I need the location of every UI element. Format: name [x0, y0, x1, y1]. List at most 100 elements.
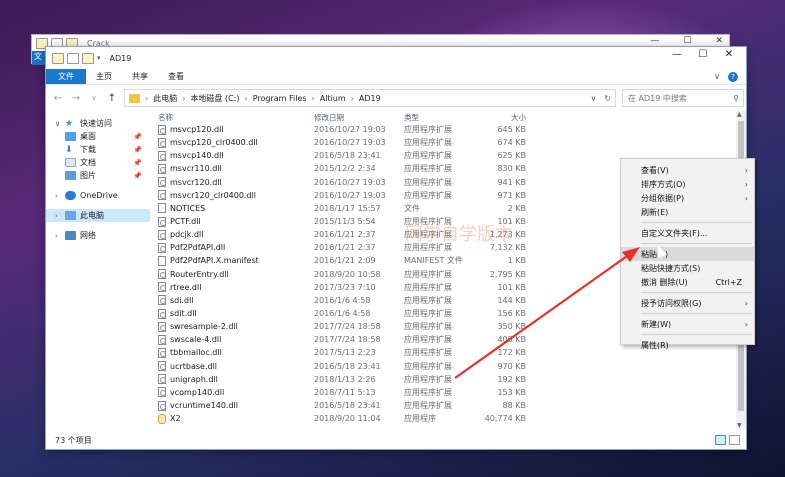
expand-chevron-icon[interactable]: › — [55, 192, 61, 200]
context-menu-item[interactable]: 新建(W) › — [621, 317, 754, 331]
scroll-up-icon[interactable]: ▲ — [737, 111, 742, 118]
dll-file-icon — [158, 321, 166, 332]
nav-quick-access[interactable]: ∨ ★ 快速访问 — [46, 117, 150, 130]
file-name-cell[interactable]: sdit.dll — [150, 308, 314, 319]
recent-dropdown-icon[interactable]: ∨ — [88, 94, 100, 102]
file-name-cell[interactable]: PCTF.dll — [150, 216, 314, 227]
file-row[interactable]: X2 2018/9/20 11:04 应用程序 40,774 KB — [150, 412, 736, 425]
nav-documents[interactable]: 文档 📌 — [46, 156, 150, 169]
help-icon[interactable]: ? — [728, 71, 738, 82]
breadcrumb-ad19[interactable]: AD19 — [359, 94, 381, 103]
maximize-button[interactable]: ☐ — [690, 49, 716, 60]
file-name-cell[interactable]: Pdf2PdfAPI.dll — [150, 242, 314, 253]
large-icons-view-icon[interactable] — [729, 435, 740, 445]
tab-view[interactable]: 查看 — [158, 69, 194, 84]
expand-chevron-icon[interactable]: › — [55, 212, 61, 220]
breadcrumb-local-disk[interactable]: 本地磁盘 (C:) — [190, 93, 239, 104]
column-header-name[interactable]: 名称 — [150, 112, 314, 123]
file-name-cell[interactable]: RouterEntry.dll — [150, 269, 314, 280]
file-name-cell[interactable]: unigraph.dll — [150, 374, 314, 385]
file-name-cell[interactable]: rtree.dll — [150, 282, 314, 293]
file-name-cell[interactable]: vcruntime140.dll — [150, 400, 314, 411]
breadcrumb-this-pc[interactable]: 此电脑 — [153, 93, 177, 104]
breadcrumb-separator-icon[interactable]: › — [182, 94, 185, 103]
new-folder-icon[interactable] — [82, 52, 94, 64]
file-row[interactable]: msvcp120_clr0400.dll 2016/10/27 19:03 应用程序… — [150, 136, 736, 149]
back-arrow-icon[interactable]: ← — [52, 93, 64, 104]
context-menu-item[interactable]: 自定义文件夹(F)... — [621, 226, 754, 240]
nav-desktop[interactable]: 桌面 📌 — [46, 130, 150, 143]
breadcrumb-separator-icon[interactable]: › — [351, 94, 354, 103]
file-row[interactable]: msvcp120.dll 2016/10/27 19:03 应用程序扩展 645 KB — [150, 123, 736, 136]
context-menu-item[interactable]: 撤消 删除(U) Ctrl+Z — [621, 275, 754, 289]
file-name-cell[interactable]: vcomp140.dll — [150, 387, 314, 398]
file-date: 2016/5/18 23:41 — [314, 401, 381, 411]
expand-chevron-icon[interactable]: ∨ — [55, 120, 61, 128]
context-menu-item[interactable]: 粘贴快捷方式(S) — [621, 261, 754, 275]
column-header-date[interactable]: 修改日期 — [314, 112, 404, 123]
search-input[interactable]: 在 AD19 中搜索 ⚲ — [622, 89, 744, 107]
refresh-icon[interactable]: ↻ — [604, 94, 611, 103]
file-name-cell[interactable]: swresample-2.dll — [150, 321, 314, 332]
context-menu-item[interactable]: 授予访问权限(G) › — [621, 296, 754, 310]
file-name-cell[interactable]: ucrtbase.dll — [150, 361, 314, 372]
quick-access-dropdown-icon[interactable]: ▾ — [97, 54, 101, 62]
nav-downloads[interactable]: ⬇ 下载 📌 — [46, 143, 150, 156]
file-name-cell[interactable]: msvcp120_clr0400.dll — [150, 137, 314, 148]
nav-network[interactable]: › 网络 — [46, 229, 150, 242]
scroll-down-icon[interactable]: ▼ — [737, 422, 742, 429]
expand-chevron-icon[interactable]: › — [55, 232, 61, 240]
file-name-cell[interactable]: msvcr120.dll — [150, 177, 314, 188]
address-bar[interactable]: › 此电脑 › 本地磁盘 (C:) › Program Files › Alti… — [124, 89, 616, 107]
file-name-cell[interactable]: msvcr110.dll — [150, 163, 314, 174]
nav-this-pc[interactable]: › 此电脑 — [46, 209, 150, 222]
file-name-cell[interactable]: Pdf2PdfAPI.X.manifest — [150, 255, 314, 266]
up-arrow-icon[interactable]: ↑ — [106, 93, 118, 104]
file-row[interactable]: vcruntime140.dll 2016/5/18 23:41 应用程序扩展 88 … — [150, 399, 736, 412]
context-menu-item[interactable]: 查看(V) › — [621, 163, 754, 177]
nav-onedrive[interactable]: › OneDrive — [46, 189, 150, 202]
pin-icon: 📌 — [133, 158, 142, 167]
nav-pictures[interactable]: 图片 📌 — [46, 169, 150, 182]
breadcrumb-program-files[interactable]: Program Files — [253, 94, 307, 103]
close-icon[interactable]: ✕ — [715, 36, 723, 46]
context-menu-item[interactable]: 粘贴(P) — [621, 247, 754, 261]
forward-arrow-icon[interactable]: → — [70, 93, 82, 104]
breadcrumb-altium[interactable]: Altium — [320, 94, 346, 103]
context-menu-item[interactable]: 分组依据(P) › — [621, 191, 754, 205]
file-name-cell[interactable]: msvcp120.dll — [150, 124, 314, 135]
file-row[interactable]: unigraph.dll 2018/1/13 2:26 应用程序扩展 192 KB — [150, 373, 736, 386]
breadcrumb-separator-icon[interactable]: › — [312, 94, 315, 103]
window-titlebar[interactable]: ▾ AD19 — ☐ ✕ — [46, 47, 746, 69]
background-file-tab[interactable]: 文 — [32, 51, 46, 65]
context-menu-item[interactable]: 刷新(E) — [621, 205, 754, 219]
expand-ribbon-icon[interactable]: ∨ — [714, 72, 720, 81]
minimize-icon[interactable]: — — [650, 36, 659, 46]
minimize-button[interactable]: — — [664, 49, 690, 60]
address-dropdown-icon[interactable]: ∨ — [590, 94, 596, 103]
file-name-cell[interactable]: pdcjk.dll — [150, 229, 314, 240]
tab-home[interactable]: 主页 — [86, 69, 122, 84]
file-name-cell[interactable]: msvcr120_clr0400.dll — [150, 190, 314, 201]
maximize-icon[interactable]: ☐ — [683, 36, 691, 46]
context-menu-item[interactable]: 排序方式(O) › — [621, 177, 754, 191]
file-name-cell[interactable]: NOTICES — [150, 203, 314, 214]
file-name-cell[interactable]: tbbmalloc.dll — [150, 347, 314, 358]
file-row[interactable]: ucrtbase.dll 2016/5/18 23:41 应用程序扩展 970 KB — [150, 360, 736, 373]
close-button[interactable]: ✕ — [716, 49, 742, 60]
column-header-type[interactable]: 类型 — [404, 112, 479, 123]
menu-item-label: 授予访问权限(G) — [641, 298, 702, 308]
tab-file[interactable]: 文件 — [46, 69, 86, 84]
file-name-cell[interactable]: msvcp140.dll — [150, 150, 314, 161]
properties-icon[interactable] — [67, 52, 79, 64]
tab-share[interactable]: 共享 — [122, 69, 158, 84]
context-menu-item[interactable]: 属性(R) — [621, 338, 754, 352]
file-name-cell[interactable]: X2 — [150, 413, 314, 424]
details-view-icon[interactable] — [715, 435, 726, 445]
file-row[interactable]: vcomp140.dll 2018/7/11 5:13 应用程序扩展 153 KB — [150, 386, 736, 399]
file-name-cell[interactable]: sdi.dll — [150, 295, 314, 306]
breadcrumb-separator-icon[interactable]: › — [244, 94, 247, 103]
file-name-cell[interactable]: swscale-4.dll — [150, 334, 314, 345]
context-menu[interactable]: 查看(V) › 排序方式(O) › 分组依据(P) › 刷新(E) 自定义文件夹(F)... 粘… — [620, 158, 755, 350]
column-header-size[interactable]: 大小 — [479, 112, 526, 123]
